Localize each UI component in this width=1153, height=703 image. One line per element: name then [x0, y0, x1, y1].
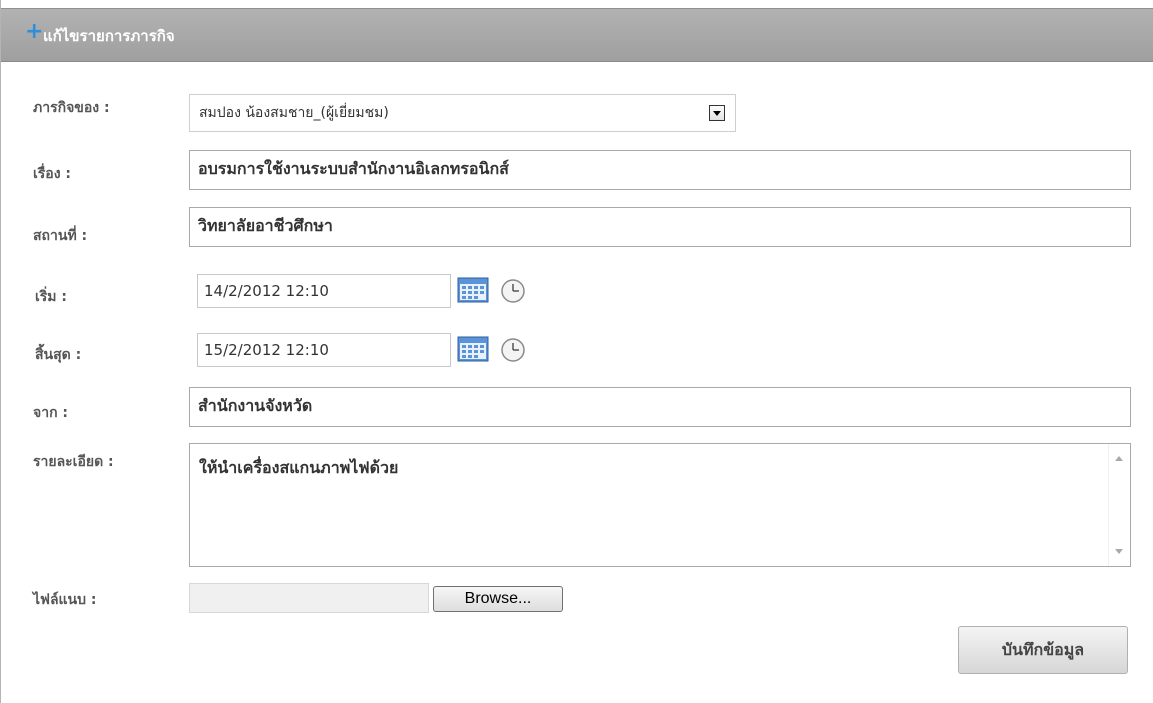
plus-icon: + — [25, 19, 44, 44]
panel-header: + แก้ไขรายการภารกิจ — [1, 8, 1153, 62]
location-input[interactable]: วิทยาลัยอาชีวศึกษา — [189, 207, 1131, 247]
edit-task-panel: + แก้ไขรายการภารกิจ ภารกิจของ : สมปอง น้… — [0, 0, 1153, 703]
calendar-icon[interactable] — [456, 333, 492, 365]
page-title: แก้ไขรายการภารกิจ — [43, 27, 175, 45]
end-date-input[interactable]: 15/2/2012 12:10 — [197, 333, 451, 367]
subject-label: เรื่อง : — [33, 166, 72, 182]
from-label: จาก : — [33, 405, 69, 421]
clock-icon[interactable] — [500, 337, 526, 363]
owner-label: ภารกิจของ : — [33, 100, 110, 116]
start-date-input[interactable]: 14/2/2012 12:10 — [197, 274, 451, 308]
browse-button[interactable]: Browse... — [433, 586, 563, 612]
owner-selected-value: สมปอง น้องสมชาย_(ผู้เยี่ยมชม) — [199, 105, 389, 121]
end-label: สิ้นสุด : — [35, 347, 82, 363]
owner-select[interactable]: สมปอง น้องสมชาย_(ผู้เยี่ยมชม) — [189, 94, 736, 132]
details-textarea[interactable]: ให้นำเครื่องสแกนภาพไฟด้วย — [189, 443, 1131, 567]
start-label: เริ่ม : — [35, 289, 68, 305]
attachment-label: ไฟล์แนบ : — [33, 592, 97, 608]
subject-input[interactable]: อบรมการใช้งานระบบสำนักงานอิเลกทรอนิกส์ — [189, 150, 1131, 190]
clock-icon[interactable] — [500, 278, 526, 304]
scroll-up-icon[interactable] — [1115, 456, 1123, 461]
chevron-down-icon[interactable] — [709, 105, 725, 121]
save-button[interactable]: บันทึกข้อมูล — [958, 626, 1128, 674]
scroll-down-icon[interactable] — [1115, 549, 1123, 554]
from-input[interactable]: สำนักงานจังหวัด — [189, 387, 1131, 427]
details-scrollbar[interactable] — [1108, 444, 1130, 566]
attachment-file-input[interactable] — [189, 583, 429, 613]
location-label: สถานที่ : — [33, 228, 88, 244]
calendar-icon[interactable] — [456, 274, 492, 306]
details-text: ให้นำเครื่องสแกนภาพไฟด้วย — [199, 458, 399, 477]
details-label: รายละเอียด : — [33, 454, 114, 470]
